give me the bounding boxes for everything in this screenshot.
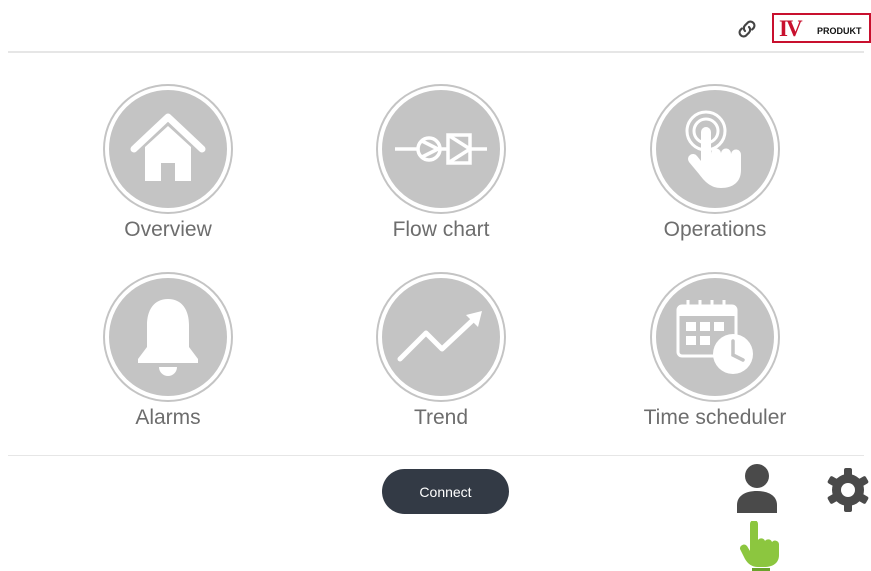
connect-button[interactable]: Connect <box>382 469 509 514</box>
header-divider <box>8 51 864 53</box>
tile-alarms[interactable]: Alarms <box>68 274 268 430</box>
tile-circle <box>652 274 778 400</box>
tile-operations[interactable]: Operations <box>615 86 815 242</box>
tile-flow-chart[interactable]: Flow chart <box>341 86 541 242</box>
tile-trend[interactable]: Trend <box>341 274 541 430</box>
touch-hand-icon <box>685 110 742 188</box>
tile-label: Alarms <box>135 406 201 429</box>
flow-chart-icon <box>395 133 487 165</box>
footer-divider <box>8 455 864 456</box>
tile-circle <box>378 274 504 400</box>
tile-label: Time scheduler <box>643 406 787 429</box>
tile-label: Operations <box>663 218 767 241</box>
tile-circle <box>105 86 231 212</box>
header-bar: IV PRODUKT <box>0 0 871 52</box>
pointing-hand-icon[interactable] <box>738 521 784 571</box>
tile-circle <box>378 86 504 212</box>
tile-time-scheduler[interactable]: Time scheduler <box>615 274 815 430</box>
tile-circle <box>105 274 231 400</box>
bell-icon <box>138 299 198 376</box>
tile-overview[interactable]: Overview <box>68 86 268 242</box>
calendar-clock-icon <box>676 300 753 374</box>
tile-circle <box>652 86 778 212</box>
gear-icon[interactable] <box>826 468 870 512</box>
tile-label: Overview <box>124 218 212 241</box>
trend-icon <box>397 311 482 362</box>
user-icon[interactable] <box>735 463 779 513</box>
iv-produkt-logo: IV PRODUKT <box>772 13 871 43</box>
tile-label: Flow chart <box>392 218 490 241</box>
tile-label: Trend <box>413 406 469 429</box>
home-icon <box>130 113 206 181</box>
link-icon[interactable] <box>735 17 759 41</box>
